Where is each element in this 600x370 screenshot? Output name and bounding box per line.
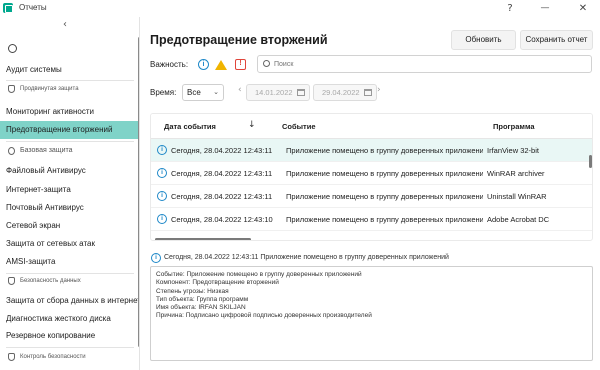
time-select-value: Все (187, 88, 201, 97)
cell-program: IrfanView 32-bit (487, 146, 539, 155)
sidebar-divider (6, 273, 134, 274)
close-button[interactable]: ✕ (574, 1, 592, 16)
sidebar-item-backup[interactable]: Резервное копирование (0, 327, 138, 345)
cell-date: Сегодня, 28.04.2022 12:43:10 (171, 215, 273, 224)
sidebar-divider (6, 347, 134, 348)
date-to-field[interactable]: 29.04.2022 (313, 84, 377, 101)
cell-event: Приложение помещено в группу доверенных … (286, 192, 483, 201)
info-icon: i (157, 145, 167, 155)
sidebar-item-data-collection[interactable]: Защита от сбора данных в интернете (0, 292, 139, 310)
refresh-button[interactable]: Обновить (451, 30, 516, 50)
table-row[interactable]: i Сегодня, 28.04.2022 12:43:11 Приложени… (151, 162, 592, 185)
sidebar-section-basic: Базовая защита (0, 145, 138, 157)
sidebar-section-label: Базовая защита (20, 147, 73, 154)
date-from-field[interactable]: 14.01.2022 (246, 84, 310, 101)
control-icon (8, 353, 15, 361)
page-title: Предотвращение вторжений (150, 33, 328, 47)
date-from-value: 14.01.2022 (255, 88, 293, 97)
sidebar-search-icon[interactable] (8, 44, 17, 53)
column-header-program[interactable]: Программа (493, 122, 535, 131)
table-vertical-scrollbar[interactable] (589, 155, 592, 168)
table-horizontal-scrollbar[interactable] (155, 238, 251, 240)
info-icon: i (157, 214, 167, 224)
event-details-panel[interactable]: Событие: Приложение помещено в группу до… (150, 266, 593, 361)
info-icon: i (151, 253, 161, 263)
time-label: Время: (150, 88, 177, 97)
sidebar-item-network-attack[interactable]: Защита от сетевых атак (0, 235, 138, 253)
sidebar-item-web-protection[interactable]: Интернет-защита (0, 181, 138, 199)
sort-down-icon[interactable]: ↓ (248, 120, 256, 130)
sidebar-item-intrusion-prevention[interactable]: Предотвращение вторжений (0, 121, 138, 139)
cell-date: Сегодня, 28.04.2022 12:43:11 (171, 146, 273, 155)
table-row[interactable]: i Сегодня, 28.04.2022 12:43:10 Приложени… (151, 208, 592, 231)
main-panel: Предотвращение вторжений Обновить Сохран… (141, 17, 600, 370)
time-select[interactable]: Все ⌄ (182, 84, 224, 101)
details-line: Причина: Подписано цифровой подписью дов… (156, 312, 372, 320)
sidebar-item-system-audit[interactable]: Аудит системы (0, 61, 138, 79)
sidebar-item-amsi[interactable]: AMSI-защита (0, 253, 138, 271)
sidebar-section-security-control: Контроль безопасности (0, 351, 138, 363)
table-header: Дата события ↓ Событие Программа (151, 114, 592, 139)
info-icon: i (157, 191, 167, 201)
sidebar-item-mail-antivirus[interactable]: Почтовый Антивирус (0, 199, 138, 217)
sidebar-item-file-antivirus[interactable]: Файловый Антивирус (0, 162, 138, 180)
sidebar-section-advanced: Продвинутая защита (0, 83, 138, 95)
search-field[interactable] (257, 55, 592, 73)
lock-icon (8, 277, 15, 285)
cell-date: Сегодня, 28.04.2022 12:43:11 (171, 169, 273, 178)
sidebar-divider (6, 141, 134, 142)
cell-program: Uninstall WinRAR (487, 192, 547, 201)
cell-event: Приложение помещено в группу доверенных … (286, 215, 483, 224)
warning-severity-icon[interactable] (215, 60, 227, 70)
window-title: Отчеты (19, 3, 47, 12)
sidebar-section-label: Продвинутая защита (20, 86, 79, 92)
calendar-icon (364, 89, 372, 96)
circle-shield-icon (8, 147, 15, 155)
sidebar-section-label: Безопасность данных (20, 278, 81, 284)
search-icon (263, 60, 270, 67)
sidebar-section-label: Контроль безопасности (20, 354, 86, 360)
sidebar-divider (6, 80, 134, 81)
chevron-down-icon: ⌄ (213, 88, 219, 96)
critical-severity-icon[interactable]: ! (235, 59, 246, 70)
shield-icon (8, 85, 15, 93)
help-button[interactable]: ? (501, 1, 519, 16)
table-row[interactable]: i Сегодня, 28.04.2022 12:43:11 Приложени… (151, 185, 592, 208)
table-row[interactable]: i Сегодня, 28.04.2022 12:43:11 Приложени… (151, 139, 592, 162)
cell-program: Adobe Acrobat DC (487, 215, 550, 224)
app-logo-icon (3, 3, 13, 13)
sidebar-item-firewall[interactable]: Сетевой экран (0, 217, 138, 235)
minimize-button[interactable]: — (536, 1, 554, 16)
cell-event: Приложение помещено в группу доверенных … (286, 146, 483, 155)
events-table: Дата события ↓ Событие Программа i Сегод… (150, 113, 593, 241)
search-input[interactable] (274, 58, 584, 71)
date-to-value: 29.04.2022 (322, 88, 360, 97)
details-header-text: Сегодня, 28.04.2022 12:43:11 Приложение … (164, 254, 449, 261)
severity-label: Важность: (150, 60, 189, 69)
collapse-sidebar-button[interactable]: ‹ (63, 19, 67, 30)
sidebar-scrollbar[interactable] (138, 37, 139, 347)
cell-date: Сегодня, 28.04.2022 12:43:11 (171, 192, 273, 201)
sidebar-item-disk-diagnostics[interactable]: Диагностика жесткого диска (0, 310, 138, 328)
title-bar: Отчеты ? — ✕ (0, 0, 600, 17)
column-header-date[interactable]: Дата события (164, 122, 216, 131)
sidebar-item-activity-monitor[interactable]: Мониторинг активности (0, 103, 138, 121)
details-line: Степень угрозы: Низкая (156, 287, 229, 295)
next-period-button[interactable]: › (377, 85, 381, 95)
info-severity-icon[interactable]: i (198, 59, 209, 70)
details-line: Тип объекта: Группа программ (156, 295, 249, 303)
cell-program: WinRAR archiver (487, 169, 545, 178)
calendar-icon (297, 89, 305, 96)
sidebar-section-data-security: Безопасность данных (0, 275, 138, 287)
details-line: Компонент: Предотвращение вторжений (156, 279, 279, 287)
cell-event: Приложение помещено в группу доверенных … (286, 169, 483, 178)
save-report-button[interactable]: Сохранить отчет (520, 30, 593, 50)
sidebar: ‹ Аудит системы Продвинутая защита Монит… (0, 17, 140, 370)
prev-period-button[interactable]: ‹ (238, 85, 242, 95)
column-header-event[interactable]: Событие (282, 122, 316, 131)
info-icon: i (157, 168, 167, 178)
